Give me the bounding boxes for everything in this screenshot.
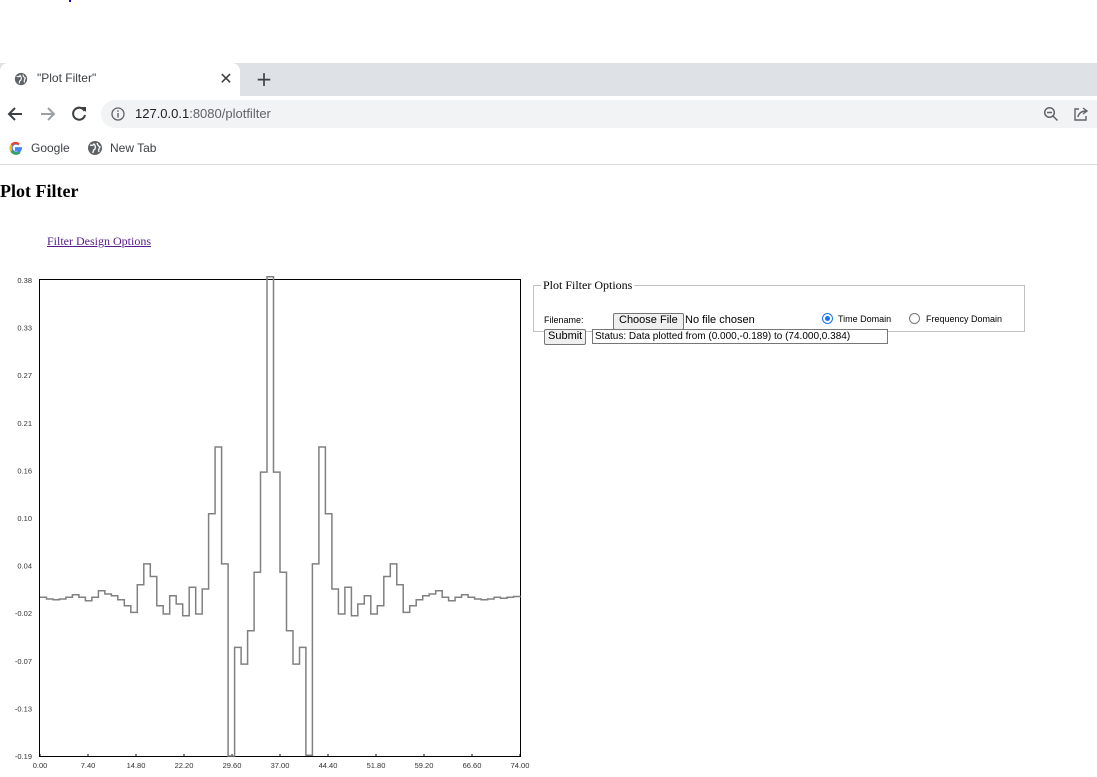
y-tick-label: 0.38 (17, 276, 32, 285)
y-tick-label: -0.19 (15, 752, 32, 761)
y-tick-label: -0.13 (15, 704, 32, 713)
x-tick-label: 51.80 (367, 761, 386, 770)
address-bar[interactable]: 127.0.0.1:8080/plotfilter (101, 100, 1097, 128)
globe-icon (14, 72, 28, 86)
x-tick-label: 22.20 (175, 761, 194, 770)
filename-label: Filename: (544, 315, 584, 325)
reload-icon[interactable] (69, 104, 89, 124)
x-tick-label: 14.80 (127, 761, 146, 770)
submit-button[interactable]: Submit (544, 329, 587, 345)
filter-design-options-link[interactable]: Filter Design Options (47, 234, 151, 249)
share-icon[interactable] (1073, 106, 1089, 122)
tab-close-icon[interactable]: ✕ (218, 69, 234, 89)
no-file-text: No file chosen (685, 314, 755, 326)
bookmark-new-tab[interactable]: New Tab (87, 138, 167, 158)
x-tick-label: 74.00 (511, 761, 530, 770)
y-tick-label: 0.33 (17, 324, 32, 333)
time-domain-radio[interactable] (822, 313, 833, 324)
x-tick-label: 59.20 (415, 761, 434, 770)
y-tick-label: 0.04 (17, 562, 32, 571)
frequency-domain-radio[interactable] (909, 313, 920, 324)
page-title: Plot Filter (0, 181, 79, 201)
plot-filter-options: Plot Filter Options Filename: Choose Fil… (533, 278, 1025, 345)
x-tick-label: 37.00 (271, 761, 290, 770)
forward-icon[interactable] (37, 104, 57, 124)
y-tick-label: -0.02 (15, 609, 32, 618)
back-icon[interactable] (6, 104, 26, 124)
tab-title: "Plot Filter" (37, 71, 97, 85)
google-icon (9, 141, 22, 155)
x-tick-label: 7.40 (81, 761, 96, 770)
url-path: :8080/plotfilter (189, 106, 271, 121)
x-tick-label: 44.40 (319, 761, 338, 770)
new-tab-button[interactable]: + (254, 69, 274, 89)
time-domain-label[interactable]: Time Domain (838, 314, 891, 324)
filter-plot: 0.38 0.33 0.27 0.21 0.16 0.10 0.04 -0.02 -0.07 -0… (15, 275, 530, 770)
status-field[interactable] (592, 329, 888, 344)
x-tick-label: 29.60 (223, 761, 242, 770)
browser-toolbar: 127.0.0.1:8080/plotfilter (0, 96, 1097, 132)
url-text: 127.0.0.1:8080/plotfilter (135, 106, 271, 121)
y-tick-label: 0.27 (17, 371, 32, 380)
y-tick-label: 0.21 (17, 419, 32, 428)
tab-plot-filter[interactable]: "Plot Filter" ✕ (0, 63, 240, 96)
y-axis-ticks: 0.38 0.33 0.27 0.21 0.16 0.10 0.04 -0.02 -0.07 -0… (15, 276, 32, 761)
y-tick-label: 0.16 (17, 466, 32, 475)
tab-strip: "Plot Filter" ✕ + (0, 63, 1097, 96)
zoom-out-icon[interactable] (1043, 106, 1059, 122)
url-host: 127.0.0.1 (135, 106, 190, 121)
top-dot (69, 0, 71, 2)
x-tick-label: 0.00 (33, 761, 48, 770)
bookmark-label: New Tab (110, 141, 157, 155)
info-icon[interactable] (111, 107, 125, 121)
y-tick-label: 0.10 (17, 514, 32, 523)
bookmarks-bar: Google New Tab (0, 132, 1097, 165)
bookmark-label: Google (31, 141, 70, 155)
choose-file-button[interactable]: Choose File (613, 313, 684, 330)
y-tick-label: -0.07 (15, 657, 32, 666)
bookmark-google[interactable]: Google (8, 138, 78, 158)
frequency-domain-label[interactable]: Frequency Domain (926, 314, 1002, 324)
globe-icon (88, 141, 102, 155)
options-legend: Plot Filter Options (543, 278, 633, 292)
x-tick-label: 66.60 (463, 761, 482, 770)
